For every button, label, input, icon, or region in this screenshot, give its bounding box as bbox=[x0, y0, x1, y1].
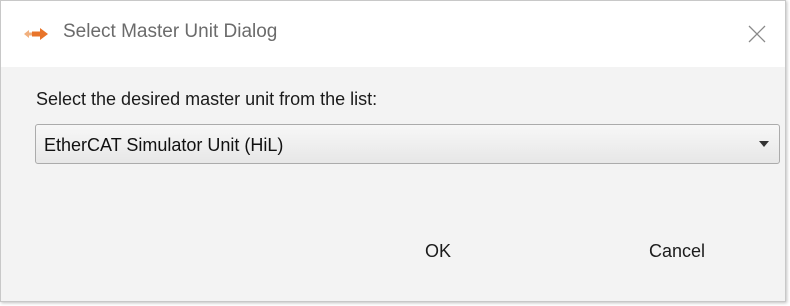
master-unit-selected-value: EtherCAT Simulator Unit (HiL) bbox=[44, 135, 284, 155]
chevron-down-icon bbox=[759, 141, 769, 147]
ok-button[interactable]: OK bbox=[401, 233, 475, 269]
close-icon bbox=[748, 25, 766, 43]
title-bar[interactable]: Select Master Unit Dialog bbox=[1, 1, 785, 67]
select-master-unit-dialog: Select Master Unit Dialog Select the des… bbox=[0, 0, 786, 302]
master-unit-dropdown[interactable]: EtherCAT Simulator Unit (HiL) bbox=[35, 124, 780, 164]
master-unit-prompt-label: Select the desired master unit from the … bbox=[36, 89, 378, 109]
cancel-button[interactable]: Cancel bbox=[627, 233, 727, 269]
close-button[interactable] bbox=[731, 1, 785, 67]
orange-arrow-icon bbox=[23, 27, 49, 41]
dialog-title: Select Master Unit Dialog bbox=[63, 21, 278, 42]
dialog-content: Select the desired master unit from the … bbox=[1, 67, 785, 301]
